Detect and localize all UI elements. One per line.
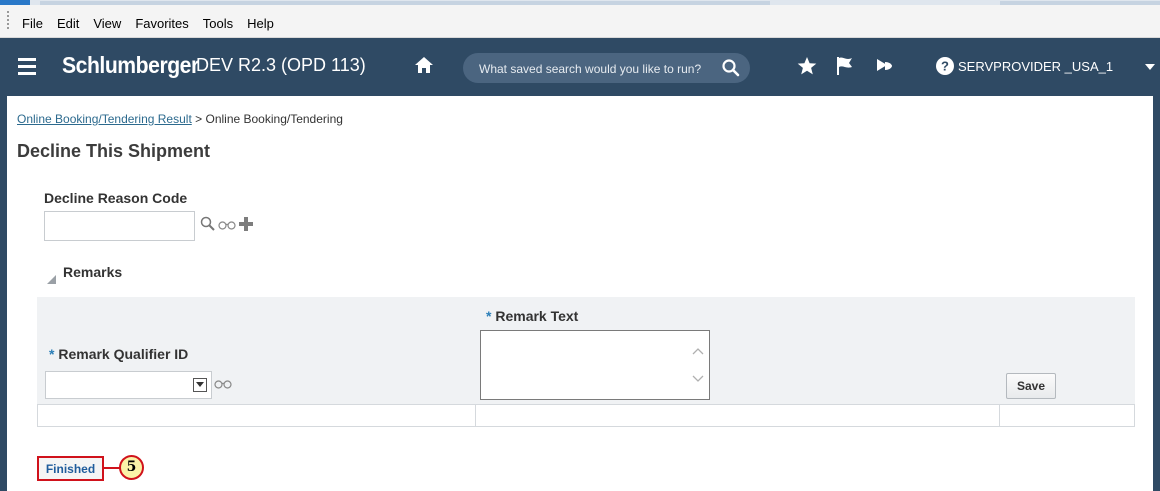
required-marker: * [49,346,55,362]
step-number-badge: 5 [119,455,144,480]
glasses-icon[interactable] [218,220,236,230]
remark-qualifier-label-text: Remark Qualifier ID [58,346,189,362]
brand-logo: Schlumberger [62,52,199,78]
user-menu[interactable]: SERVPROVIDER _USA_1 [958,59,1113,74]
menu-icon[interactable] [18,58,36,75]
remark-text-label-text: Remark Text [495,308,579,324]
callout-connector [104,467,120,469]
menu-view[interactable]: View [93,16,121,31]
collapse-triangle-icon[interactable] [47,275,56,284]
frame-border-left [0,96,7,491]
svg-text:?: ? [941,59,949,74]
plus-icon[interactable] [238,216,254,232]
chevron-down-icon[interactable] [193,378,207,392]
saved-search-input[interactable] [477,53,721,85]
save-button[interactable]: Save [1006,373,1056,399]
breadcrumb-separator: > [195,112,203,126]
decline-reason-label: Decline Reason Code [44,190,188,206]
star-icon[interactable] [796,55,818,77]
saved-search-box [463,53,750,85]
breadcrumb-current: Online Booking/Tendering [205,112,343,126]
app-header: Schlumberger DEV R2.3 (OPD 113) ? SERVPR… [0,38,1160,96]
remark-qualifier-select[interactable] [45,371,212,399]
menu-tools[interactable]: Tools [203,16,233,31]
help-icon[interactable]: ? [934,55,956,77]
remark-text-area[interactable] [480,330,710,400]
environment-label: DEV R2.3 (OPD 113) [196,55,366,75]
browser-tab-accent [0,0,30,5]
remark-text-label: * Remark Text [486,308,578,324]
browser-tab[interactable] [40,1,770,5]
finished-button[interactable]: Finished [37,456,104,481]
breadcrumb-link[interactable]: Online Booking/Tendering Result [17,112,192,126]
browser-tab-strip [0,0,1160,5]
decline-reason-input[interactable] [44,211,195,241]
menu-help[interactable]: Help [247,16,274,31]
search-icon[interactable] [200,216,216,232]
chevron-down-icon[interactable] [1145,64,1155,70]
scroll-down-icon[interactable] [692,374,704,384]
menu-file[interactable]: File [22,16,43,31]
menu-grip [7,11,9,31]
frame-border-right [1153,96,1160,491]
remark-qualifier-label: * Remark Qualifier ID [49,346,188,362]
home-icon[interactable] [414,55,434,75]
browser-tab[interactable] [1000,1,1160,5]
glasses-icon[interactable] [214,379,232,389]
bell-icon[interactable] [873,55,895,77]
remarks-section-title[interactable]: Remarks [63,264,122,280]
scroll-up-icon[interactable] [692,346,704,356]
browser-menu-bar: File Edit View Favorites Tools Help [0,0,1160,38]
menu-favorites[interactable]: Favorites [135,16,188,31]
menu-edit[interactable]: Edit [57,16,79,31]
required-marker: * [486,308,492,324]
search-icon[interactable] [721,58,741,78]
page-title: Decline This Shipment [17,141,211,161]
table-row [37,404,1135,427]
breadcrumb: Online Booking/Tendering Result > Online… [17,112,343,126]
flag-icon[interactable] [834,55,856,77]
